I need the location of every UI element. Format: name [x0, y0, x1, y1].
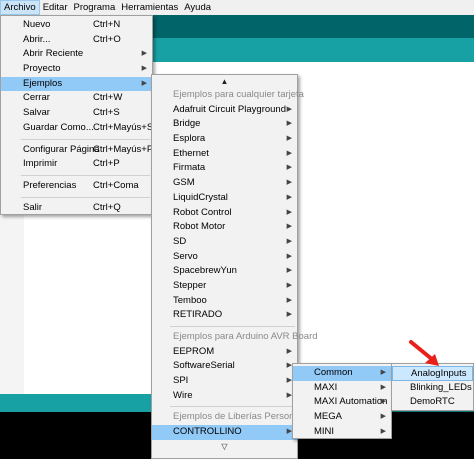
chevron-right-icon: ▶: [380, 398, 386, 406]
menu-item-eeprom[interactable]: EEPROM ▶: [152, 345, 297, 360]
menu-item-temboo[interactable]: Temboo ▶: [152, 294, 297, 309]
menu-separator: [1, 172, 152, 179]
menu-item-controllino[interactable]: CONTROLLINO ▶: [152, 425, 297, 440]
menu-item-guardar-como[interactable]: Guardar Como... Ctrl+Mayús+S: [1, 121, 153, 136]
common-submenu: AnalogInputs Blinking_LEDs DemoRTC: [391, 363, 474, 411]
chevron-right-icon: ▶: [286, 179, 292, 187]
chevron-right-icon: ▶: [286, 237, 292, 245]
menu-separator: [152, 323, 297, 330]
ejemplos-submenu: ▲ Ejemplos para cualquier tarjeta Adafru…: [151, 74, 330, 459]
menu-item-servo[interactable]: Servo ▶: [152, 250, 297, 265]
menu-item-bridge[interactable]: Bridge ▶: [152, 117, 297, 132]
chevron-right-icon: ▶: [286, 252, 292, 260]
menu-separator: [1, 136, 152, 143]
chevron-right-icon: ▶: [141, 79, 147, 87]
scroll-up-icon[interactable]: ▲: [152, 75, 297, 88]
menu-item-cerrar[interactable]: Cerrar Ctrl+W: [1, 91, 152, 106]
chevron-right-icon: ▶: [286, 281, 292, 289]
section-header-libs: Ejemplos de Liberías Personalizadas: [173, 411, 330, 423]
menu-item-imprimir[interactable]: Imprimir Ctrl+P: [1, 157, 152, 172]
menu-bar: Archivo Editar Programa Herramientas Ayu…: [0, 0, 474, 15]
menu-programa[interactable]: Programa: [71, 0, 119, 15]
menu-item-stepper[interactable]: Stepper ▶: [152, 279, 297, 294]
menu-editar[interactable]: Editar: [40, 0, 71, 15]
menu-item-ejemplos[interactable]: Ejemplos ▶: [1, 76, 152, 92]
chevron-right-icon: ▶: [286, 149, 292, 157]
menu-item-proyecto[interactable]: Proyecto ▶: [1, 62, 152, 77]
menu-item-softwareserial[interactable]: SoftwareSerial ▶: [152, 359, 297, 374]
chevron-right-icon: ▶: [286, 120, 292, 128]
chevron-right-icon: ▶: [286, 135, 292, 143]
section-header-avr: Ejemplos para Arduino AVR Board: [173, 331, 318, 342]
menu-item-esplora[interactable]: Esplora ▶: [152, 132, 297, 147]
chevron-right-icon: ▶: [380, 427, 386, 435]
menu-item-spi[interactable]: SPI ▶: [152, 374, 297, 389]
menu-item-mega[interactable]: MEGA ▶: [293, 410, 391, 425]
chevron-right-icon: ▶: [286, 105, 292, 113]
menu-item-salvar[interactable]: Salvar Ctrl+S: [1, 106, 152, 121]
menu-item-sd[interactable]: SD ▶: [152, 235, 297, 250]
menu-separator: [1, 194, 152, 201]
menu-separator: [152, 403, 297, 410]
menu-item-nuevo[interactable]: Nuevo Ctrl+N: [1, 18, 152, 33]
chevron-right-icon: ▶: [286, 296, 292, 304]
menu-item-configurar-pagina[interactable]: Configurar Página Ctrl+Mayús+P: [1, 143, 153, 158]
chevron-right-icon: ▶: [141, 50, 147, 58]
menu-item-gsm[interactable]: GSM ▶: [152, 176, 297, 191]
chevron-right-icon: ▶: [286, 164, 292, 172]
menu-item-robot-motor[interactable]: Robot Motor ▶: [152, 220, 297, 235]
chevron-right-icon: ▶: [380, 383, 386, 391]
menu-item-abrir-reciente[interactable]: Abrir Reciente ▶: [1, 47, 152, 62]
menu-item-common[interactable]: Common ▶: [293, 366, 391, 381]
red-pointer-arrow-icon: [409, 340, 439, 366]
menu-item-mini[interactable]: MINI ▶: [293, 425, 391, 440]
chevron-right-icon: ▶: [286, 208, 292, 216]
menu-item-salir[interactable]: Salir Ctrl+Q: [1, 201, 152, 216]
menu-item-abrir[interactable]: Abrir... Ctrl+O: [1, 33, 152, 48]
chevron-right-icon: ▶: [380, 413, 386, 421]
menu-item-preferencias[interactable]: Preferencias Ctrl+Coma: [1, 179, 152, 194]
chevron-right-icon: ▶: [380, 369, 386, 376]
menu-item-firmata[interactable]: Firmata ▶: [152, 161, 297, 176]
menu-herramientas[interactable]: Herramientas: [118, 0, 181, 15]
menu-ayuda[interactable]: Ayuda: [181, 0, 214, 15]
chevron-right-icon: ▶: [286, 193, 292, 201]
toolbar-background: [150, 15, 474, 38]
chevron-right-icon: ▶: [286, 347, 292, 355]
archivo-dropdown: Nuevo Ctrl+N Abrir... Ctrl+O Abrir Recie…: [0, 15, 153, 215]
menu-item-spacebrewyun[interactable]: SpacebrewYun ▶: [152, 264, 297, 279]
scroll-down-icon[interactable]: ▽: [152, 440, 297, 453]
chevron-right-icon: ▶: [286, 267, 292, 275]
controllino-submenu: Common ▶ MAXI ▶ MAXI Automation ▶ MEGA ▶…: [292, 363, 392, 439]
chevron-right-icon: ▶: [286, 311, 292, 319]
menu-item-blinking-leds[interactable]: Blinking_LEDs: [392, 381, 473, 396]
menu-item-ethernet[interactable]: Ethernet ▶: [152, 147, 297, 162]
menu-archivo[interactable]: Archivo: [0, 0, 40, 15]
section-header-any-board: Ejemplos para cualquier tarjeta: [173, 89, 304, 100]
chevron-right-icon: ▶: [286, 223, 292, 231]
menu-item-demortc[interactable]: DemoRTC: [392, 395, 473, 410]
menu-item-robot-control[interactable]: Robot Control ▶: [152, 206, 297, 221]
menu-item-wire[interactable]: Wire ▶: [152, 389, 297, 404]
menu-item-adafruit-circuit-playground[interactable]: Adafruit Circuit Playground ▶: [152, 103, 297, 118]
menu-item-liquidcrystal[interactable]: LiquidCrystal ▶: [152, 191, 297, 206]
chevron-right-icon: ▶: [141, 65, 147, 73]
tab-bar-background: [150, 38, 474, 62]
menu-item-maxi[interactable]: MAXI ▶: [293, 381, 391, 396]
menu-item-maxi-automation[interactable]: MAXI Automation ▶: [293, 395, 391, 410]
menu-item-retirado[interactable]: RETIRADO ▶: [152, 308, 297, 323]
